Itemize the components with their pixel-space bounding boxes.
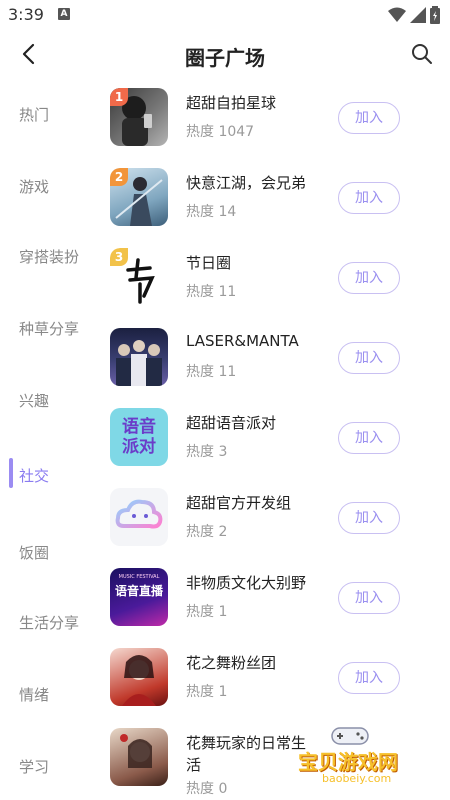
join-button[interactable]: 加入: [338, 102, 400, 134]
signal-icon: [410, 7, 426, 23]
circle-heat: 热度 1: [186, 604, 228, 620]
list-item[interactable]: 1 超甜自拍星球 热度 1047 加入: [110, 88, 440, 154]
sidebar-item-outfits[interactable]: 穿搭装扮: [19, 246, 79, 267]
join-button[interactable]: 加入: [338, 262, 400, 294]
circle-avatar: [110, 648, 168, 706]
circle-heat: 热度 2: [186, 524, 228, 540]
circle-avatar: MUSIC FESTIVAL 语音直播: [110, 568, 168, 626]
list-item[interactable]: LASER&MANTA 热度 11 加入: [110, 328, 440, 394]
circle-name: 花舞玩家的日常生活: [186, 734, 307, 774]
header: 圈子广场: [0, 30, 450, 80]
voice-party-logo-text: 语音派对: [122, 417, 156, 457]
list-item[interactable]: 花之舞粉丝团 热度 1 加入: [110, 648, 440, 714]
join-button[interactable]: 加入: [338, 342, 400, 374]
group-photo-image: [116, 340, 162, 386]
dancer-portrait-image: [122, 655, 156, 706]
status-bar: 3:39 A: [0, 0, 450, 30]
circle-name: 节日圈: [186, 254, 232, 272]
sidebar-item-life[interactable]: 生活分享: [19, 612, 79, 633]
join-button[interactable]: 加入: [338, 582, 400, 614]
list-item[interactable]: 语音派对 超甜语音派对 热度 3 加入: [110, 408, 440, 474]
circle-name: 花之舞粉丝团: [186, 654, 277, 672]
join-button[interactable]: 加入: [338, 502, 400, 534]
watermark-text: 宝贝游戏网: [298, 750, 398, 774]
circle-heat: 热度 11: [186, 364, 237, 380]
rank-badge: 1: [110, 88, 128, 106]
circle-avatar: [110, 488, 168, 546]
circle-heat: 热度 1047: [186, 124, 255, 140]
circle-avatar: 3: [110, 248, 168, 306]
sidebar-item-recommend[interactable]: 种草分享: [19, 318, 79, 339]
wifi-icon: [388, 7, 406, 22]
battery-icon: [430, 6, 440, 24]
circle-name: 超甜官方开发组: [186, 494, 292, 512]
circle-heat: 热度 11: [186, 284, 237, 300]
rank-badge: 2: [110, 168, 128, 186]
circle-name: 非物质文化大别野: [186, 574, 307, 592]
gamepad-icon: [331, 727, 369, 745]
circle-avatar: [110, 728, 168, 786]
list-item[interactable]: MUSIC FESTIVAL 语音直播 非物质文化大别野 热度 1 加入: [110, 568, 440, 634]
sidebar-item-fandom[interactable]: 饭圈: [19, 542, 49, 563]
list-item[interactable]: 2 快意江湖，会兄弟 热度 14 加入: [110, 168, 440, 234]
circle-avatar: 语音派对: [110, 408, 168, 466]
join-button[interactable]: 加入: [338, 662, 400, 694]
status-icons: [388, 6, 440, 24]
player-portrait-image: [120, 734, 152, 768]
circle-heat: 热度 3: [186, 444, 228, 460]
circle-name: 快意江湖，会兄弟: [186, 174, 307, 192]
circle-name: 超甜自拍星球: [186, 94, 277, 112]
circle-avatar: 2: [110, 168, 168, 226]
rank-badge: 3: [110, 248, 128, 266]
circle-name: 超甜语音派对: [186, 414, 277, 432]
site-watermark: 宝贝游戏网 baobeiy.com: [298, 724, 418, 785]
sidebar-item-emotion[interactable]: 情绪: [19, 684, 49, 705]
search-icon[interactable]: [410, 42, 434, 66]
sidebar-item-study[interactable]: 学习: [19, 756, 49, 777]
watermark-url: baobeiy.com: [322, 772, 392, 785]
sidebar-item-social[interactable]: 社交: [19, 465, 49, 486]
circle-avatar: 1: [110, 88, 168, 146]
status-time: 3:39: [8, 5, 44, 24]
circle-avatar: [110, 328, 168, 386]
sidebar-item-hot[interactable]: 热门: [19, 104, 49, 125]
circle-heat: 热度 14: [186, 204, 237, 220]
join-button[interactable]: 加入: [338, 182, 400, 214]
sidebar-item-interests[interactable]: 兴趣: [19, 390, 49, 411]
music-festival-subtext: MUSIC FESTIVAL: [118, 574, 160, 580]
active-indicator: [9, 458, 13, 488]
circle-name: LASER&MANTA: [186, 332, 299, 350]
app-notification-icon: A: [58, 8, 70, 20]
live-voice-logo-text: 语音直播: [114, 584, 163, 598]
list-item[interactable]: 超甜官方开发组 热度 2 加入: [110, 488, 440, 554]
join-button[interactable]: 加入: [338, 422, 400, 454]
cloud-logo-icon: [115, 499, 163, 529]
circle-heat: 热度 1: [186, 684, 228, 700]
page-title: 圈子广场: [185, 46, 265, 70]
circle-heat: 热度 0: [186, 781, 228, 797]
sidebar-item-games[interactable]: 游戏: [19, 176, 49, 197]
list-item[interactable]: 3 节日圈 热度 11 加入: [110, 248, 440, 314]
